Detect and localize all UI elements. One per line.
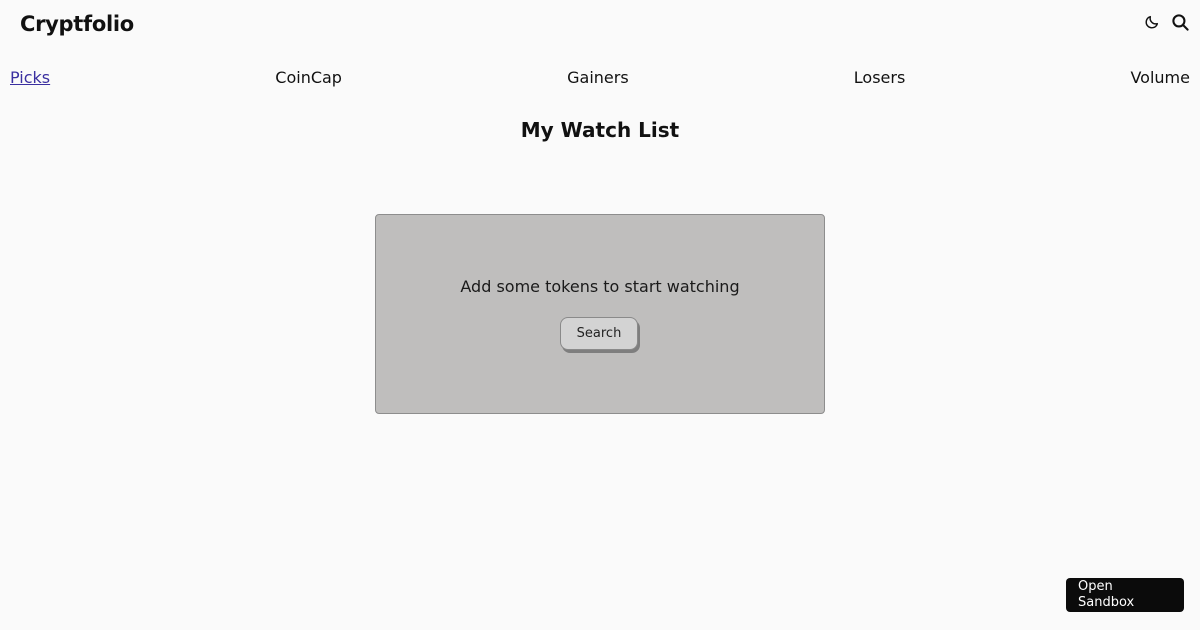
nav-item-losers[interactable]: Losers	[854, 68, 906, 87]
main-nav: Picks CoinCap Gainers Losers Volume	[10, 68, 1190, 87]
nav-item-volume[interactable]: Volume	[1130, 68, 1190, 87]
empty-state-message: Add some tokens to start watching	[460, 277, 740, 296]
search-button[interactable]: Search	[560, 317, 638, 350]
header-actions	[1142, 12, 1190, 32]
app-header: Cryptfolio	[0, 0, 1200, 52]
open-sandbox-button[interactable]: Open Sandbox	[1066, 578, 1184, 612]
nav-item-gainers[interactable]: Gainers	[567, 68, 629, 87]
moon-icon[interactable]	[1142, 12, 1162, 32]
brand-logo[interactable]: Cryptfolio	[20, 12, 134, 36]
watchlist-empty-card: Add some tokens to start watching Search	[375, 214, 825, 414]
page-title: My Watch List	[520, 118, 680, 142]
nav-item-coincap[interactable]: CoinCap	[275, 68, 342, 87]
search-icon[interactable]	[1170, 12, 1190, 32]
nav-item-picks[interactable]: Picks	[10, 68, 50, 87]
